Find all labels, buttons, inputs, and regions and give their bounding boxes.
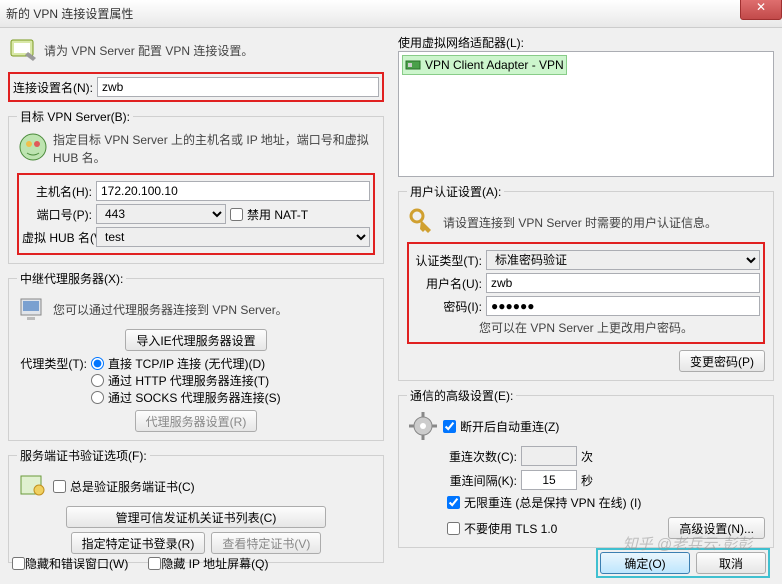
ok-button[interactable]: 确定(O) [600,552,690,574]
cert-group: 服务端证书验证选项(F): 总是验证服务端证书(C) 管理可信发证机关证书列表(… [8,447,384,563]
hide-ip-checkbox[interactable] [148,557,161,570]
adv-settings-button[interactable]: 高级设置(N)... [668,517,765,539]
adapter-item-label: VPN Client Adapter - VPN [425,58,564,72]
host-input[interactable] [96,181,370,201]
auth-legend: 用户认证设置(A): [407,183,504,200]
vpn-icon [8,34,40,66]
interval-unit: 秒 [581,472,593,489]
proxy-type-label: 代理类型(T): [17,355,87,372]
proxy-direct-label: 直接 TCP/IP 连接 (无代理)(D) [108,355,265,372]
count-input [521,446,577,466]
always-verify-checkbox[interactable] [53,480,66,493]
proxy-socks-radio[interactable] [91,391,104,404]
proxy-group: 中继代理服务器(X): 您可以通过代理服务器连接到 VPN Server。 导入… [8,270,384,441]
ca-list-button[interactable]: 管理可信发证机关证书列表(C) [66,506,326,528]
conn-name-input[interactable] [97,77,379,97]
titlebar: 新的 VPN 连接设置属性 ✕ [0,0,782,28]
close-button[interactable]: ✕ [740,0,782,20]
cancel-button[interactable]: 取消 [696,552,766,574]
target-server-group: 目标 VPN Server(B): 指定目标 VPN Server 上的主机名或… [8,108,384,264]
proxy-desc: 您可以通过代理服务器连接到 VPN Server。 [53,301,288,318]
port-label: 端口号(P): [22,206,92,223]
auth-group: 用户认证设置(A): 请设置连接到 VPN Server 时需要的用户认证信息。… [398,183,774,381]
redial-label: 断开后自动重连(Z) [460,418,559,435]
cert-legend: 服务端证书验证选项(F): [17,447,150,464]
infinite-label: 无限重连 (总是保持 VPN 在线) (I) [464,494,641,511]
server-icon [17,131,49,163]
adapter-listbox[interactable]: VPN Client Adapter - VPN [398,51,774,177]
intro-text: 请为 VPN Server 配置 VPN 连接设置。 [44,42,253,59]
import-ie-button[interactable]: 导入IE代理服务器设置 [125,329,266,351]
proxy-http-label: 通过 HTTP 代理服务器连接(T) [108,372,269,389]
change-pass-button[interactable]: 变更密码(P) [679,350,765,372]
target-server-desc: 指定目标 VPN Server 上的主机名或 IP 地址，端口号和虚拟 HUB … [53,131,375,167]
tls-checkbox[interactable] [447,522,460,535]
pass-label: 密码(I): [412,298,482,315]
proxy-legend: 中继代理服务器(X): [17,270,126,287]
user-label: 用户名(U): [412,275,482,292]
count-unit: 次 [581,448,593,465]
redial-checkbox[interactable] [443,420,456,433]
hub-select[interactable]: test [96,227,370,247]
auth-type-select[interactable]: 标准密码验证 [486,250,760,270]
count-label: 重连次数(C): [447,448,517,465]
proxy-settings-button[interactable]: 代理服务器设置(R) [135,410,258,432]
tls-label: 不要使用 TLS 1.0 [464,520,557,537]
gear-icon [407,410,439,442]
infinite-checkbox[interactable] [447,496,460,509]
natt-checkbox[interactable] [230,208,243,221]
cert-icon [17,470,49,502]
pass-input[interactable] [486,296,760,316]
nic-icon [405,57,421,73]
user-input[interactable] [486,273,760,293]
proxy-socks-label: 通过 SOCKS 代理服务器连接(S) [108,389,281,406]
proxy-icon [17,293,49,325]
always-verify-label: 总是验证服务端证书(C) [70,478,195,495]
adv-legend: 通信的高级设置(E): [407,387,516,404]
auth-note: 您可以在 VPN Server 上更改用户密码。 [479,321,693,335]
host-label: 主机名(H): [22,183,92,200]
proxy-direct-radio[interactable] [91,357,104,370]
interval-input[interactable] [521,470,577,490]
adv-group: 通信的高级设置(E): 断开后自动重连(Z) 重连次数(C): 次 重连间隔(K… [398,387,774,548]
adapter-item[interactable]: VPN Client Adapter - VPN [402,55,567,75]
interval-label: 重连间隔(K): [447,472,517,489]
conn-name-label: 连接设置名(N): [13,79,93,96]
keys-icon [407,206,439,238]
hide-err-label: 隐藏和错误窗口(W) [25,555,128,572]
auth-desc: 请设置连接到 VPN Server 时需要的用户认证信息。 [443,214,717,231]
hide-ip-label: 隐藏 IP 地址屏幕(Q) [161,555,268,572]
hide-err-checkbox[interactable] [12,557,25,570]
natt-label: 禁用 NAT-T [247,206,308,223]
proxy-http-radio[interactable] [91,374,104,387]
port-select[interactable]: 443 [96,204,226,224]
hub-label: 虚拟 HUB 名(V): [22,229,92,246]
target-server-legend: 目标 VPN Server(B): [17,108,133,125]
adapter-label: 使用虚拟网络适配器(L): [398,36,524,50]
window-title: 新的 VPN 连接设置属性 [6,5,133,22]
auth-type-label: 认证类型(T): [412,252,482,269]
